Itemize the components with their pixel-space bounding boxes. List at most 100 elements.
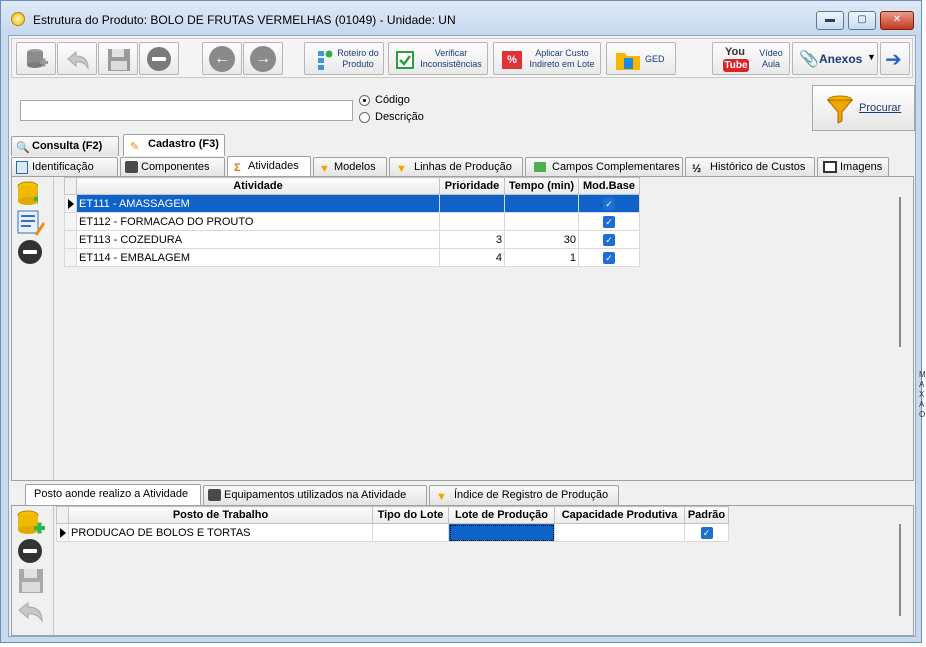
atividade-cell[interactable]: ET112 - FORMACAO DO PROUTO xyxy=(76,212,440,231)
edit-list-icon[interactable] xyxy=(17,210,45,236)
tab-historico-custos[interactable]: ½ Histórico de Custos xyxy=(685,157,815,177)
atividade-cell[interactable]: ET111 - AMASSAGEM xyxy=(76,194,440,213)
scrollbar-thumb[interactable] xyxy=(899,197,901,347)
tab-modelos[interactable]: ▼ Modelos xyxy=(313,157,387,177)
padrao-cell[interactable]: ✓ xyxy=(684,523,729,542)
col-capacidade-produtiva[interactable]: Capacidade Produtiva xyxy=(554,506,685,524)
tab-cadastro[interactable]: ✎ Cadastro (F3) xyxy=(123,134,225,156)
row-indicator xyxy=(64,194,77,213)
database-add-icon xyxy=(27,49,48,68)
aplicar-custo-button[interactable]: % Aplicar Custo Indireto em Lote xyxy=(493,42,601,75)
database-add-icon[interactable] xyxy=(16,510,46,538)
prioridade-cell[interactable]: 4 xyxy=(439,248,505,267)
roteiro-produto-button[interactable]: Roteiro do Produto xyxy=(304,42,384,75)
mod-base-checkbox[interactable]: ✓ xyxy=(603,215,615,228)
tab-posto-atividade[interactable]: Posto aonde realizo a Atividade xyxy=(25,484,201,506)
atividades-pane: Atividade Prioridade Tempo (min) Mod.Bas… xyxy=(11,176,914,481)
previous-button[interactable]: ← xyxy=(202,42,242,75)
radio-descricao[interactable] xyxy=(359,112,370,123)
tab-componentes-label: Componentes xyxy=(141,161,210,173)
mod-base-checkbox[interactable]: ✓ xyxy=(603,197,615,210)
tab-modelos-label: Modelos xyxy=(334,161,376,173)
tab-equipamentos[interactable]: Equipamentos utilizados na Atividade xyxy=(203,485,427,505)
tab-imagens[interactable]: Imagens xyxy=(817,157,889,177)
mod-base-checkbox[interactable]: ✓ xyxy=(603,233,615,246)
remove-circle-icon[interactable] xyxy=(18,240,42,264)
prioridade-cell[interactable] xyxy=(439,212,505,231)
posto-cell[interactable]: PRODUCAO DE BOLOS E TORTAS xyxy=(68,523,373,542)
tab-indice-registro[interactable]: ▼ Índice de Registro de Produção xyxy=(429,485,619,505)
mod-base-cell[interactable]: ✓ xyxy=(578,230,640,249)
tab-identificacao[interactable]: Identificação xyxy=(11,157,118,177)
arrow-left-icon: ← xyxy=(209,46,235,72)
col-prioridade[interactable]: Prioridade xyxy=(439,177,505,195)
padrao-checkbox[interactable]: ✓ xyxy=(700,526,713,539)
tab-consulta[interactable]: 🔍 Consulta (F2) xyxy=(11,136,119,156)
tipo-lote-cell[interactable] xyxy=(372,523,449,542)
tab-imagens-label: Imagens xyxy=(840,161,883,173)
undo-icon[interactable] xyxy=(17,600,45,624)
arrow-right-icon: → xyxy=(250,46,276,72)
atividades-vertical-scrollbar[interactable] xyxy=(896,177,905,480)
remove-circle-icon[interactable] xyxy=(18,539,42,563)
capacidade-cell[interactable] xyxy=(554,523,685,542)
tempo-cell[interactable] xyxy=(504,194,579,213)
procurar-button[interactable]: Procurar xyxy=(812,85,915,131)
verificar-inconsistencias-button[interactable]: Verificar Inconsistências xyxy=(388,42,488,75)
mod-base-cell[interactable]: ✓ xyxy=(578,212,640,231)
table-row[interactable]: ET114 - EMBALAGEM 4 1 ✓ xyxy=(64,248,640,267)
tempo-cell[interactable]: 1 xyxy=(504,248,579,267)
col-tipo-lote[interactable]: Tipo do Lote xyxy=(372,506,449,524)
mod-base-cell[interactable]: ✓ xyxy=(578,194,640,213)
tab-componentes[interactable]: Componentes xyxy=(120,157,225,177)
check-box-icon xyxy=(396,51,414,69)
lote-producao-cell[interactable] xyxy=(448,523,555,542)
database-add-icon[interactable] xyxy=(16,181,38,205)
col-atividade[interactable]: Atividade xyxy=(76,177,440,195)
tab-atividades[interactable]: Σ Atividades xyxy=(227,156,311,178)
youtube-you-text: You xyxy=(725,46,745,58)
table-row[interactable]: ET112 - FORMACAO DO PROUTO ✓ xyxy=(64,212,640,231)
atividade-cell[interactable]: ET113 - COZEDURA xyxy=(76,230,440,249)
search-input[interactable] xyxy=(20,100,353,121)
tempo-cell[interactable] xyxy=(504,212,579,231)
video-aula-button[interactable]: You Tube Vídeo Aula xyxy=(712,42,790,75)
postos-vertical-scrollbar[interactable] xyxy=(896,506,905,635)
mod-base-checkbox[interactable]: ✓ xyxy=(603,251,615,264)
atividade-cell[interactable]: ET114 - EMBALAGEM xyxy=(76,248,440,267)
next-button[interactable]: → xyxy=(243,42,283,75)
minimize-button[interactable]: ▬ xyxy=(816,11,844,30)
save-icon[interactable] xyxy=(18,568,44,594)
undo-icon xyxy=(67,50,89,70)
database-add-button[interactable] xyxy=(16,42,56,75)
anexos-button[interactable]: 📎 Anexos ▼ xyxy=(792,42,878,75)
tab-linhas-producao[interactable]: ▼ Linhas de Produção xyxy=(389,157,523,177)
tab-equipamentos-label: Equipamentos utilizados na Atividade xyxy=(224,489,407,501)
table-row[interactable]: ET111 - AMASSAGEM ✓ xyxy=(64,194,640,213)
components-icon xyxy=(125,161,138,173)
forward-button[interactable]: ➔ xyxy=(880,42,910,75)
maximize-button[interactable]: ▢ xyxy=(848,11,876,30)
close-button[interactable]: ✕ xyxy=(880,11,914,30)
undo-button[interactable] xyxy=(57,42,97,75)
prioridade-cell[interactable] xyxy=(439,194,505,213)
prioridade-cell[interactable]: 3 xyxy=(439,230,505,249)
ged-button[interactable]: GED xyxy=(606,42,676,75)
tab-atividades-label: Atividades xyxy=(248,160,299,172)
radio-codigo[interactable] xyxy=(359,95,370,106)
tab-campos-complementares[interactable]: Campos Complementares xyxy=(525,157,683,177)
mod-base-cell[interactable]: ✓ xyxy=(578,248,640,267)
table-row[interactable]: PRODUCAO DE BOLOS E TORTAS ✓ xyxy=(56,523,729,542)
col-padrao[interactable]: Padrão xyxy=(684,506,729,524)
col-tempo[interactable]: Tempo (min) xyxy=(504,177,579,195)
scrollbar-thumb[interactable] xyxy=(899,524,901,616)
col-lote-producao[interactable]: Lote de Produção xyxy=(448,506,555,524)
verificar-label: Verificar Inconsistências xyxy=(420,48,482,69)
delete-button[interactable] xyxy=(139,42,179,75)
col-posto-trabalho[interactable]: Posto de Trabalho xyxy=(68,506,373,524)
postos-side-toolbar xyxy=(14,508,52,635)
tempo-cell[interactable]: 30 xyxy=(504,230,579,249)
col-mod-base[interactable]: Mod.Base xyxy=(578,177,640,195)
save-button[interactable] xyxy=(98,42,138,75)
table-row[interactable]: ET113 - COZEDURA 3 30 ✓ xyxy=(64,230,640,249)
